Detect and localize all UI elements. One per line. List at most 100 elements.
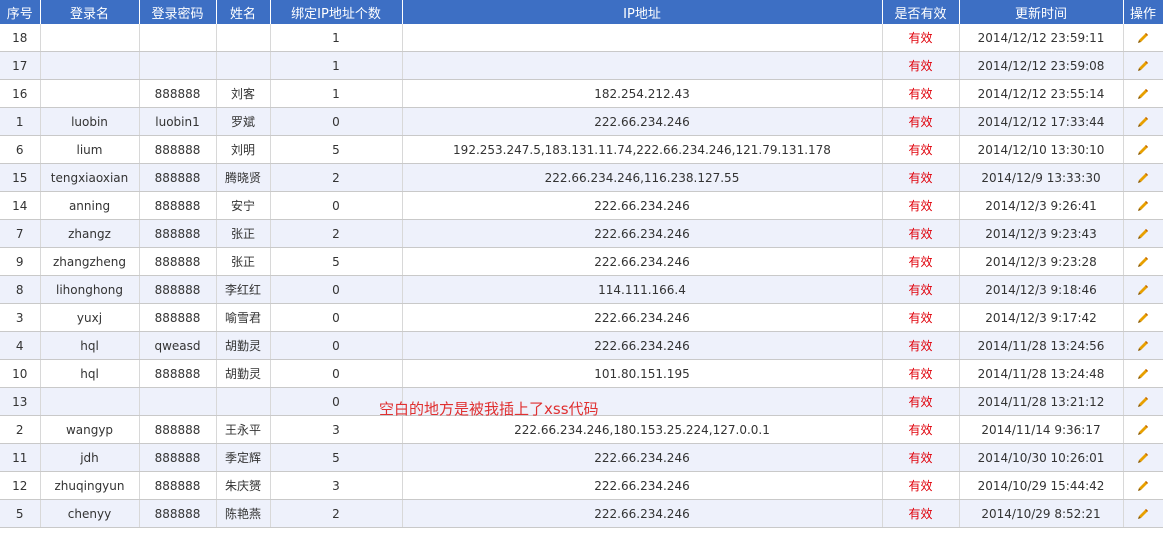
cell-id: 12 [0,471,41,500]
cell-id: 3 [0,303,41,332]
cell-valid: 有效 [882,219,960,248]
cell-updated: 2014/12/10 13:30:10 [959,135,1124,164]
pencil-icon[interactable] [1137,256,1149,268]
cell-ip: 222.66.234.246,116.238.127.55 [402,163,883,192]
table-row: 1 luobin luobin1 罗斌 0 222.66.234.246 有效 2014/12… [0,107,1163,136]
cell-updated: 2014/12/12 23:59:11 [959,24,1124,52]
table-row: 2 wangyp 888888 王永平 3 222.66.234.246,180.153.… [0,415,1163,444]
cell-valid: 有效 [882,191,960,220]
cell-name: 刘明 [216,135,271,164]
cell-ip: 222.66.234.246 [402,443,883,472]
cell-ip [402,51,883,80]
pencil-icon[interactable] [1137,60,1149,72]
cell-updated: 2014/11/28 13:24:48 [959,359,1124,388]
cell-login [40,51,140,80]
header-ops: 操作 [1123,0,1163,24]
cell-name: 季定辉 [216,443,271,472]
cell-name [216,51,271,80]
cell-ops [1123,303,1163,332]
cell-valid: 有效 [882,471,960,500]
pencil-icon[interactable] [1137,480,1149,492]
pencil-icon[interactable] [1137,116,1149,128]
cell-valid: 有效 [882,415,960,444]
cell-valid: 有效 [882,51,960,80]
cell-ip: 192.253.247.5,183.131.11.74,222.66.234.2… [402,135,883,164]
cell-password: 888888 [139,191,217,220]
cell-login: zhangzheng [40,247,140,276]
cell-login: lium [40,135,140,164]
pencil-icon[interactable] [1137,396,1149,408]
cell-ip: 222.66.234.246,180.153.25.224,127.0.0.1 [402,415,883,444]
cell-updated: 2014/10/29 15:44:42 [959,471,1124,500]
cell-ip-count: 2 [270,499,403,528]
cell-updated: 2014/11/28 13:24:56 [959,331,1124,360]
pencil-icon[interactable] [1137,172,1149,184]
cell-name: 李红红 [216,275,271,304]
cell-id: 18 [0,24,41,52]
cell-updated: 2014/12/3 9:18:46 [959,275,1124,304]
pencil-icon[interactable] [1137,508,1149,520]
cell-ops [1123,107,1163,136]
table-row: 18 1 有效 2014/12/12 23:59:11 [0,24,1163,52]
pencil-icon[interactable] [1137,88,1149,100]
cell-login: wangyp [40,415,140,444]
cell-login: hql [40,359,140,388]
cell-ip: 182.254.212.43 [402,79,883,108]
header-login: 登录名 [40,0,140,24]
cell-ops [1123,135,1163,164]
table-row: 7 zhangz 888888 张正 2 222.66.234.246 有效 2014/12/… [0,219,1163,248]
pencil-icon[interactable] [1137,284,1149,296]
pencil-icon[interactable] [1137,424,1149,436]
cell-ops [1123,443,1163,472]
table-row: 14 anning 888888 安宁 0 222.66.234.246 有效 2014/12… [0,191,1163,220]
pencil-icon[interactable] [1137,452,1149,464]
cell-ip: 222.66.234.246 [402,107,883,136]
cell-login: chenyy [40,499,140,528]
cell-ops [1123,471,1163,500]
cell-login: lihonghong [40,275,140,304]
cell-ip-count: 2 [270,219,403,248]
cell-ip-count: 5 [270,247,403,276]
cell-name: 张正 [216,219,271,248]
cell-updated: 2014/12/3 9:17:42 [959,303,1124,332]
cell-password: 888888 [139,163,217,192]
cell-updated: 2014/12/3 9:23:28 [959,247,1124,276]
cell-valid: 有效 [882,247,960,276]
cell-password: 888888 [139,219,217,248]
cell-login: anning [40,191,140,220]
cell-ops [1123,499,1163,528]
table-header-row: 序号 登录名 登录密码 姓名 绑定IP地址个数 IP地址 是否有效 更新时间 操… [0,0,1163,24]
pencil-icon[interactable] [1137,312,1149,324]
cell-name: 罗斌 [216,107,271,136]
cell-ip: 222.66.234.246 [402,191,883,220]
cell-ops [1123,387,1163,416]
pencil-icon[interactable] [1137,340,1149,352]
cell-id: 15 [0,163,41,192]
cell-ip: 222.66.234.246 [402,303,883,332]
cell-password: 888888 [139,135,217,164]
table-row: 17 1 有效 2014/12/12 23:59:08 [0,51,1163,80]
cell-updated: 2014/10/30 10:26:01 [959,443,1124,472]
cell-valid: 有效 [882,275,960,304]
cell-login [40,387,140,416]
cell-login [40,24,140,52]
cell-password: 888888 [139,303,217,332]
cell-id: 9 [0,247,41,276]
pencil-icon[interactable] [1137,228,1149,240]
cell-password: 888888 [139,415,217,444]
pencil-icon[interactable] [1137,368,1149,380]
cell-updated: 2014/12/12 23:55:14 [959,79,1124,108]
pencil-icon[interactable] [1137,32,1149,44]
table-row: 4 hql qweasd 胡勤灵 0 222.66.234.246 有效 2014/11/28… [0,331,1163,360]
cell-name: 张正 [216,247,271,276]
table-row: 10 hql 888888 胡勤灵 0 101.80.151.195 有效 2014/11/2… [0,359,1163,388]
cell-ops [1123,79,1163,108]
table-row: 9 zhangzheng 888888 张正 5 222.66.234.246 有效 2014… [0,247,1163,276]
pencil-icon[interactable] [1137,144,1149,156]
cell-ip-count: 0 [270,275,403,304]
cell-valid: 有效 [882,387,960,416]
header-ip-count: 绑定IP地址个数 [270,0,403,24]
cell-ops [1123,163,1163,192]
table-row: 3 yuxj 888888 喻雪君 0 222.66.234.246 有效 2014/12/3… [0,303,1163,332]
pencil-icon[interactable] [1137,200,1149,212]
